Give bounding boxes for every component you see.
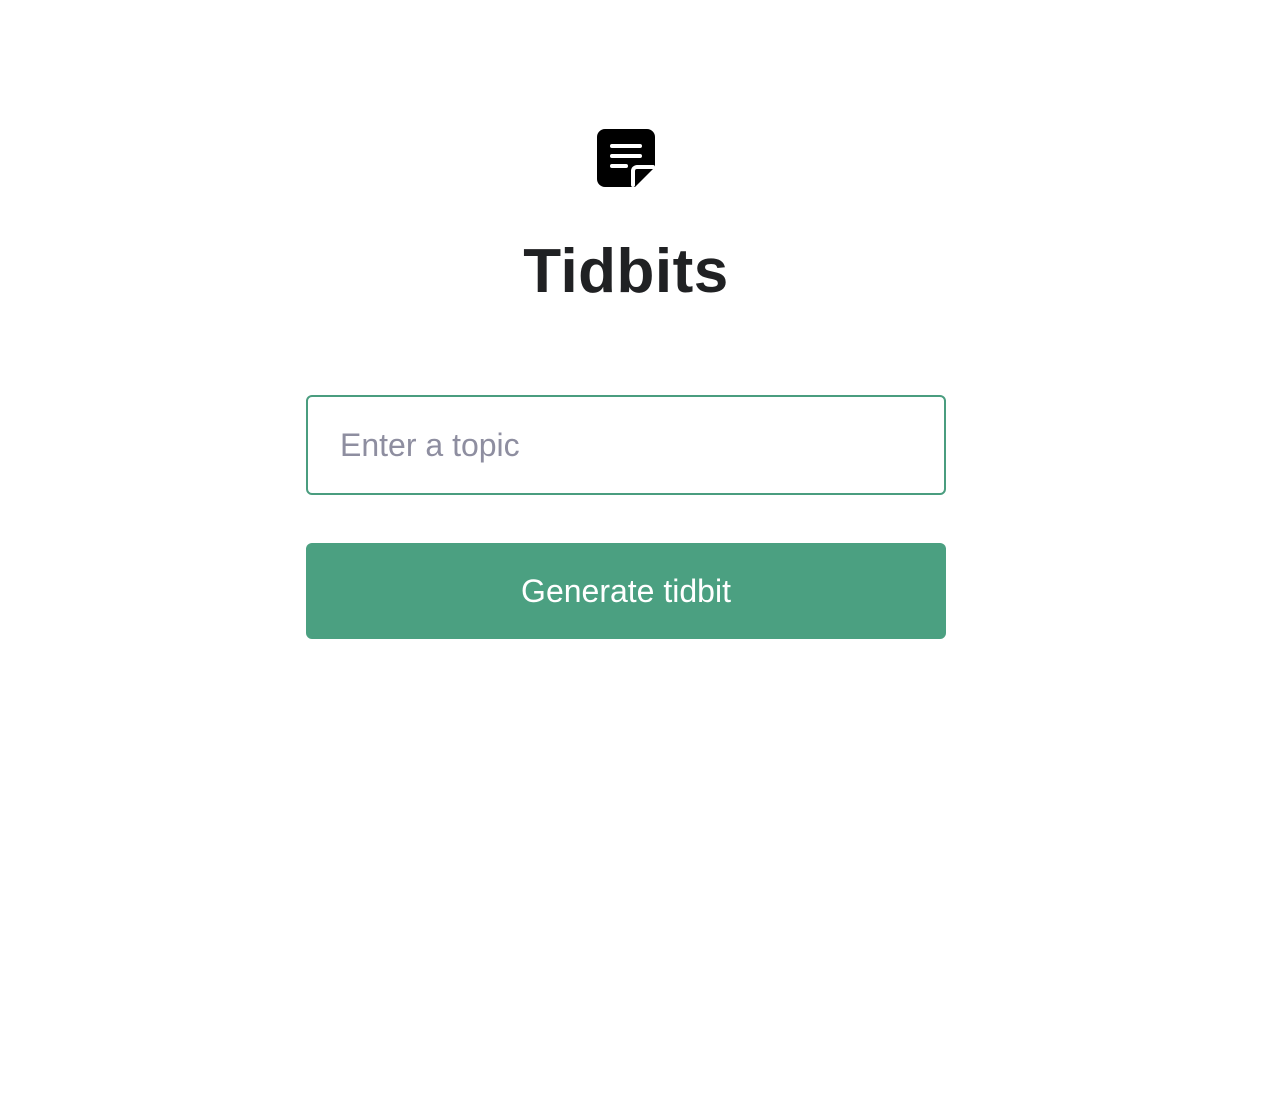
generate-tidbit-button[interactable]: Generate tidbit <box>306 543 946 639</box>
note-edit-icon <box>597 129 655 187</box>
page-title: Tidbits <box>523 237 729 306</box>
topic-input[interactable] <box>306 395 946 495</box>
